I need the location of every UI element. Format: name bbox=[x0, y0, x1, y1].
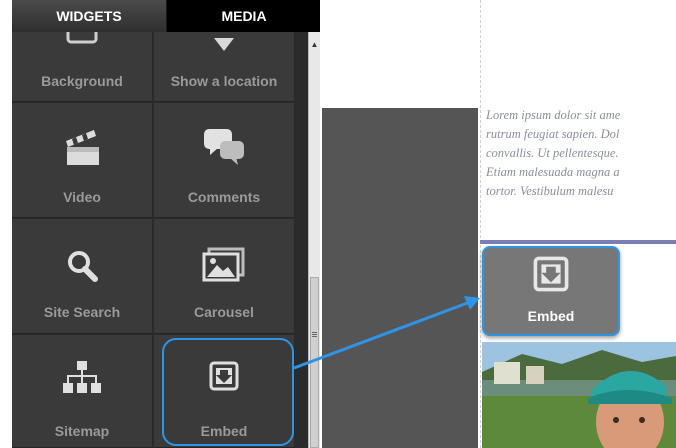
person-photo bbox=[482, 342, 676, 448]
